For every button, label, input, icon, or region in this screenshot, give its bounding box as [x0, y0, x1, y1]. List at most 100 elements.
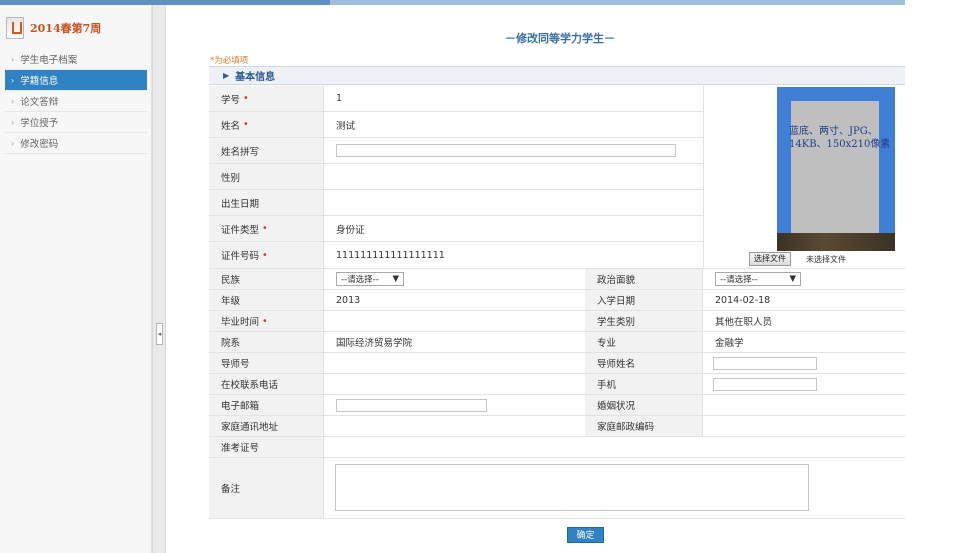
- bullet-icon: ›: [11, 138, 15, 148]
- label-postal-code: 家庭邮政编码: [585, 416, 703, 437]
- required-star: •: [243, 93, 249, 104]
- label-name: 姓名 •: [209, 112, 324, 138]
- triangle-right-icon: ▶: [223, 71, 230, 80]
- sidebar-item-label: 论文答辩: [20, 97, 59, 108]
- value-student-category: 其他在职人员: [703, 311, 905, 332]
- label-grade: 年级: [209, 290, 324, 311]
- label-birth-date: 出生日期: [209, 190, 324, 216]
- sidebar-menu: › 学生电子档案 › 学籍信息 › 论文答辩 › 学位授予 › 修改密码: [5, 49, 147, 154]
- label-marital-status: 婚姻状况: [585, 395, 703, 416]
- label-remarks: 备注: [209, 458, 324, 519]
- sidebar-splitter[interactable]: ◂: [152, 5, 166, 553]
- label-major: 专业: [585, 332, 703, 353]
- value-id-number: 111111111111111111: [324, 242, 703, 269]
- advisor-name-input[interactable]: [713, 357, 817, 370]
- value-major: 金融学: [703, 332, 905, 353]
- value-grade: 2013: [324, 290, 585, 311]
- row-name-pinyin: [324, 138, 703, 164]
- label-ethnicity: 民族: [209, 269, 324, 290]
- value-postal-code: [703, 416, 905, 437]
- bullet-icon: ›: [11, 75, 15, 85]
- label-text: 毕业时间: [221, 317, 260, 328]
- value-department: 国际经济贸易学院: [324, 332, 585, 353]
- select-value: --请选择--: [341, 275, 379, 285]
- dropdown-arrow-icon: ▼: [789, 274, 796, 284]
- week-label: 2014春第7周: [30, 22, 102, 35]
- label-mobile: 手机: [585, 374, 703, 395]
- value-graduation-date: [324, 311, 585, 332]
- name-pinyin-input[interactable]: [336, 144, 676, 157]
- student-form: 学号 • 1 姓名 • 测试 姓名拼写 性别 出生日期 证件类型 • 身份证 证件号码…: [209, 86, 905, 519]
- value-id-type: 身份证: [324, 216, 703, 242]
- required-star: •: [262, 249, 268, 261]
- label-advisor-id: 导师号: [209, 353, 324, 374]
- submit-button[interactable]: 确定: [567, 527, 604, 543]
- label-email: 电子邮箱: [209, 395, 324, 416]
- choose-file-button[interactable]: 选择文件: [749, 252, 791, 266]
- value-advisor-id: [324, 353, 585, 374]
- student-photo: 蓝底、两寸、JPG、14KB、150x210像素: [777, 87, 895, 251]
- value-student-id: 1: [324, 86, 703, 112]
- photo-placeholder: [791, 101, 879, 233]
- label-name-pinyin: 姓名拼写: [209, 138, 324, 164]
- required-star: •: [262, 315, 268, 327]
- email-input[interactable]: [336, 399, 487, 412]
- row-ethnicity: --请选择-- ▼: [324, 269, 585, 290]
- row-email: [324, 395, 585, 416]
- row-mobile: [703, 374, 905, 395]
- bullet-icon: ›: [11, 117, 15, 127]
- label-enrollment-date: 入学日期: [585, 290, 703, 311]
- label-student-id: 学号 •: [209, 86, 324, 112]
- collapse-handle-icon[interactable]: ◂: [156, 323, 163, 345]
- label-id-number: 证件号码 •: [209, 242, 324, 269]
- required-star: •: [262, 223, 268, 234]
- label-id-type: 证件类型 •: [209, 216, 324, 242]
- hourglass-icon: [6, 17, 24, 39]
- label-student-category: 学生类别: [585, 311, 703, 332]
- label-department: 院系: [209, 332, 324, 353]
- bullet-icon: ›: [11, 96, 15, 106]
- remarks-textarea[interactable]: [335, 464, 809, 511]
- photo-shoulders: [777, 233, 895, 251]
- sidebar-item-label: 学位授予: [20, 118, 59, 129]
- sidebar-item-label: 学生电子档案: [20, 55, 78, 66]
- label-text: 姓名: [221, 120, 241, 132]
- sidebar-item-degree-conferral[interactable]: › 学位授予: [5, 112, 147, 133]
- sidebar-item-label: 学籍信息: [20, 76, 59, 87]
- value-marital-status: [703, 395, 905, 416]
- required-note: *为必填项: [210, 56, 249, 66]
- bullet-icon: ›: [11, 54, 15, 64]
- photo-requirements: 蓝底、两寸、JPG、14KB、150x210像素: [789, 126, 891, 150]
- label-text: 学号: [221, 94, 241, 106]
- dropdown-arrow-icon: ▼: [392, 274, 399, 284]
- section-header: ▶ 基本信息: [209, 66, 905, 85]
- label-campus-phone: 在校联系电话: [209, 374, 324, 395]
- value-gender: [324, 164, 703, 190]
- value-home-address: [324, 416, 585, 437]
- sidebar-header: 2014春第7周: [6, 13, 146, 43]
- sidebar-item-enrollment-info[interactable]: › 学籍信息: [5, 70, 147, 91]
- sidebar-item-student-archive[interactable]: › 学生电子档案: [5, 49, 147, 70]
- required-star: •: [243, 119, 249, 130]
- label-exam-ticket: 准考证号: [209, 437, 324, 458]
- page-title: －修改同等学力学生－: [505, 32, 615, 45]
- label-advisor-name: 导师姓名: [585, 353, 703, 374]
- row-advisor-name: [703, 353, 905, 374]
- mobile-input[interactable]: [713, 378, 817, 391]
- row-political-status: --请选择-- ▼: [703, 269, 905, 290]
- value-campus-phone: [324, 374, 585, 395]
- select-value: --请选择--: [720, 275, 758, 285]
- political-status-select[interactable]: --请选择-- ▼: [715, 272, 801, 286]
- file-status: 未选择文件: [806, 255, 846, 264]
- section-title: 基本信息: [235, 72, 276, 83]
- sidebar-item-thesis-defense[interactable]: › 论文答辩: [5, 91, 147, 112]
- value-name: 测试: [324, 112, 703, 138]
- label-text: 证件类型: [221, 224, 260, 236]
- value-birth-date: [324, 190, 703, 216]
- sidebar-item-change-password[interactable]: › 修改密码: [5, 133, 147, 154]
- value-exam-ticket: [324, 437, 905, 458]
- sidebar: 2014春第7周 › 学生电子档案 › 学籍信息 › 论文答辩 › 学位授予 ›…: [0, 5, 152, 553]
- sidebar-item-label: 修改密码: [20, 139, 59, 150]
- ethnicity-select[interactable]: --请选择-- ▼: [336, 272, 404, 286]
- photo-panel: 蓝底、两寸、JPG、14KB、150x210像素 选择文件 未选择文件: [703, 86, 905, 269]
